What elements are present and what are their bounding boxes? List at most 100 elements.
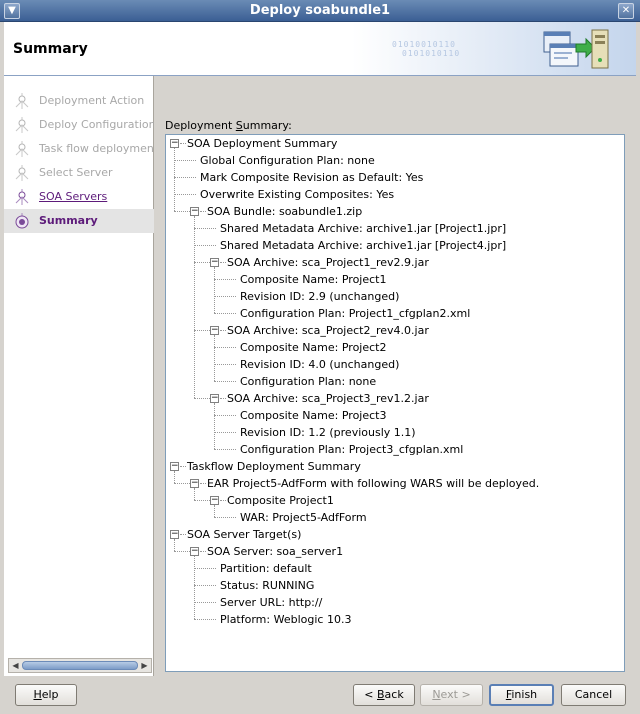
tree-node-label: Shared Metadata Archive: archive1.jar [P… — [220, 239, 507, 252]
tree-node-label: EAR Project5-AdfForm with following WARS… — [207, 477, 540, 490]
page-title: Summary — [13, 41, 88, 57]
tree-connector — [180, 534, 186, 535]
tree-node-label: Status: RUNNING — [220, 579, 315, 592]
tree-node-label: SOA Bundle: soabundle1.zip — [207, 205, 363, 218]
tree-connector — [174, 160, 196, 161]
tree-connector — [214, 347, 236, 348]
window-title: Deploy soabundle1 — [249, 3, 391, 18]
tree-trunk — [174, 148, 175, 211]
tree-node-label: SOA Server Target(s) — [187, 528, 302, 541]
tree-connector — [194, 262, 210, 263]
help-button[interactable]: Help — [15, 684, 77, 706]
cancel-button[interactable]: Cancel — [561, 684, 626, 706]
collapse-toggle-icon[interactable]: − — [170, 139, 179, 148]
close-icon: ✕ — [621, 5, 631, 16]
collapse-toggle-icon[interactable]: − — [210, 394, 219, 403]
tree-trunk — [214, 505, 215, 517]
steps-horizontal-scrollbar[interactable]: ◀ ▶ — [8, 658, 152, 673]
next-button: Next > — [420, 684, 483, 706]
back-button[interactable]: < Back — [353, 684, 415, 706]
tree-connector — [214, 432, 236, 433]
tree-connector — [194, 568, 216, 569]
collapse-toggle-icon[interactable]: − — [170, 530, 179, 539]
tree-connector — [220, 500, 226, 501]
deployment-summary-tree[interactable]: − SOA Deployment Summary Global Configurat… — [165, 134, 625, 672]
step-task-flow-deployment: Task flow deployment — [4, 137, 158, 161]
chevron-right-icon[interactable]: ▶ — [139, 660, 150, 671]
tree-node-label: SOA Archive: sca_Project3_rev1.2.jar — [227, 392, 429, 405]
tree-connector — [194, 500, 210, 501]
step-done-icon — [15, 165, 29, 181]
tree-node-label: Taskflow Deployment Summary — [187, 460, 361, 473]
tree-connector — [200, 483, 206, 484]
tree-connector — [220, 398, 226, 399]
tree-node-label: Mark Composite Revision as Default: Yes — [200, 171, 424, 184]
tree-node-label: Composite Name: Project1 — [240, 273, 387, 286]
tree-node-label: Shared Metadata Archive: archive1.jar [P… — [220, 222, 507, 235]
tree-connector — [194, 398, 210, 399]
collapse-toggle-icon[interactable]: − — [190, 207, 199, 216]
step-select-server: Select Server — [4, 161, 154, 185]
tree-node-label: WAR: Project5-AdfForm — [240, 511, 367, 524]
tree-node-label: Platform: Weblogic 10.3 — [220, 613, 352, 626]
tree-connector — [214, 449, 236, 450]
tree-connector — [214, 517, 236, 518]
collapse-toggle-icon[interactable]: − — [210, 496, 219, 505]
collapse-toggle-icon[interactable]: − — [210, 326, 219, 335]
tree-trunk — [214, 403, 215, 449]
tree-connector — [214, 415, 236, 416]
window-close-button[interactable]: ✕ — [618, 3, 634, 19]
tree-connector — [220, 262, 226, 263]
tree-trunk — [194, 488, 195, 500]
window-titlebar: ▼ Deploy soabundle1 ✕ — [0, 0, 640, 22]
tree-connector — [174, 211, 190, 212]
tree-connector — [214, 279, 236, 280]
tree-connector — [214, 364, 236, 365]
step-current-icon — [15, 213, 29, 229]
deployment-summary-label: Deployment Summary: — [165, 119, 292, 132]
step-summary[interactable]: Summary — [4, 209, 154, 233]
finish-button[interactable]: Finish — [489, 684, 554, 706]
tree-connector — [194, 330, 210, 331]
tree-node-label: Global Configuration Plan: none — [200, 154, 375, 167]
step-deployment-action: Deployment Action — [4, 89, 154, 113]
step-soa-servers[interactable]: SOA Servers — [4, 185, 154, 209]
tree-connector — [214, 296, 236, 297]
tree-connector — [194, 585, 216, 586]
step-deploy-configuration: Deploy Configuration — [4, 113, 156, 137]
tree-connector — [220, 330, 226, 331]
tree-node-label: SOA Archive: sca_Project2_rev4.0.jar — [227, 324, 429, 337]
scrollbar-thumb[interactable] — [22, 661, 138, 670]
tree-trunk — [174, 539, 175, 551]
tree-connector — [174, 194, 196, 195]
tree-connector — [174, 551, 190, 552]
tree-connector — [200, 551, 206, 552]
tree-connector — [194, 245, 216, 246]
tree-node-label: Revision ID: 4.0 (unchanged) — [240, 358, 400, 371]
collapse-toggle-icon[interactable]: − — [190, 547, 199, 556]
collapse-toggle-icon[interactable]: − — [210, 258, 219, 267]
tree-connector — [214, 313, 236, 314]
chevron-left-icon[interactable]: ◀ — [10, 660, 21, 671]
collapse-toggle-icon[interactable]: − — [190, 479, 199, 488]
tree-trunk — [214, 267, 215, 313]
tree-node-label: SOA Server: soa_server1 — [207, 545, 344, 558]
deploy-wizard-icon — [543, 29, 609, 69]
collapse-toggle-icon[interactable]: − — [170, 462, 179, 471]
tree-node-label: SOA Archive: sca_Project1_rev2.9.jar — [227, 256, 429, 269]
wizard-steps-panel: Deployment Action Deploy Configuration T… — [4, 76, 158, 676]
header-decoration: 01010010110 0101010110 — [392, 40, 461, 58]
tree-node-label: Configuration Plan: Project1_cfgplan2.xm… — [240, 307, 471, 320]
tree-trunk — [174, 471, 175, 483]
step-done-icon — [15, 141, 29, 157]
tree-node-label: Configuration Plan: none — [240, 375, 377, 388]
tree-node-label: Overwrite Existing Composites: Yes — [200, 188, 395, 201]
tree-node-label: Configuration Plan: Project3_cfgplan.xml — [240, 443, 464, 456]
tree-trunk — [194, 216, 195, 398]
summary-content: Deployment Summary: − SOA Deployment Summ… — [154, 76, 636, 676]
tree-connector — [194, 228, 216, 229]
tree-node-label: Composite Project1 — [227, 494, 334, 507]
tree-node-label: Server URL: http:// — [220, 596, 323, 609]
tree-connector — [174, 177, 196, 178]
tree-node-label: SOA Deployment Summary — [187, 137, 338, 150]
